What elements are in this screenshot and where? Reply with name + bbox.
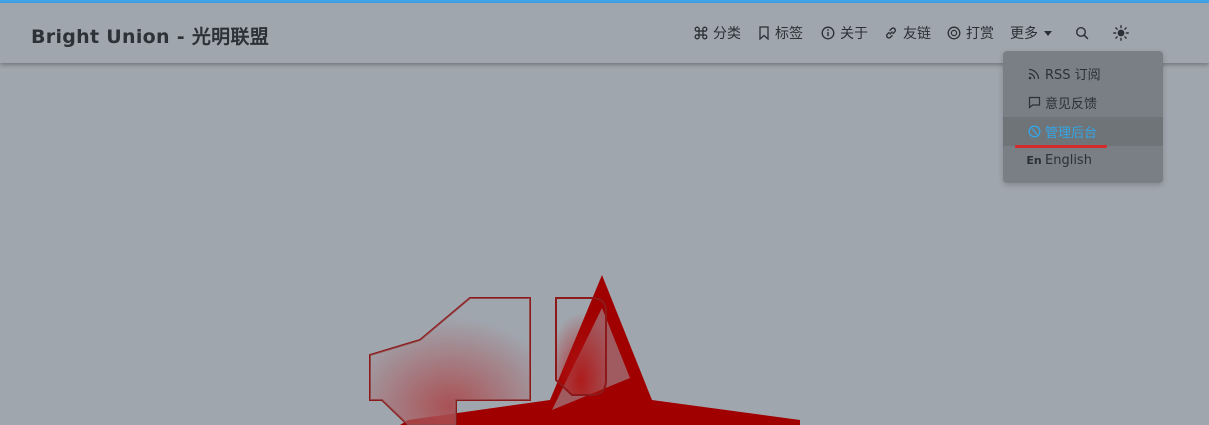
nav-tags-label: 标签 — [775, 26, 803, 42]
nav-about-label: 关于 — [840, 26, 868, 42]
more-dropdown-menu: RSS 订阅 意见反馈 管理后台 En English — [1003, 51, 1163, 183]
nav-donate-label: 打赏 — [966, 26, 994, 42]
theme-toggle-button[interactable] — [1113, 23, 1134, 43]
nav-friend-links-label: 友链 — [903, 26, 931, 42]
nav-tags[interactable]: 标签 — [758, 23, 803, 43]
menu-item-english-label: English — [1045, 153, 1092, 168]
menu-item-feedback-label: 意见反馈 — [1045, 97, 1098, 112]
menu-item-rss-label: RSS 订阅 — [1045, 68, 1101, 83]
caret-down-icon — [1044, 30, 1052, 36]
menu-item-rss[interactable]: RSS 订阅 — [1003, 59, 1163, 88]
menu-item-english[interactable]: En English — [1003, 146, 1163, 175]
menu-item-admin-label: 管理后台 — [1045, 126, 1098, 141]
nav-donate[interactable]: 打赏 — [947, 23, 994, 43]
highlight-underline — [1015, 145, 1107, 148]
nav-categories-label: 分类 — [713, 26, 741, 42]
bookmark-icon — [759, 26, 769, 40]
command-icon — [694, 26, 708, 40]
nav-friend-links[interactable]: 友链 — [884, 23, 931, 43]
nav-more-label: 更多 — [1010, 26, 1038, 42]
nav-about[interactable]: 关于 — [821, 23, 868, 43]
nav-more-dropdown[interactable]: 更多 — [1010, 23, 1052, 43]
coin-icon — [947, 26, 961, 40]
rss-icon — [1027, 68, 1041, 80]
info-icon — [821, 26, 835, 40]
nav-categories[interactable]: 分类 — [694, 23, 741, 43]
search-button[interactable] — [1075, 23, 1094, 43]
admin-icon — [1027, 125, 1041, 138]
hero-logo — [369, 275, 800, 425]
site-title[interactable]: Bright Union - 光明联盟 — [31, 22, 269, 49]
menu-item-admin[interactable]: 管理后台 — [1003, 117, 1163, 146]
menu-item-feedback[interactable]: 意见反馈 — [1003, 88, 1163, 117]
language-en-icon: En — [1026, 154, 1042, 167]
feedback-icon — [1027, 96, 1041, 109]
link-icon — [886, 27, 896, 39]
sun-icon — [1113, 25, 1129, 41]
search-icon — [1075, 26, 1089, 40]
